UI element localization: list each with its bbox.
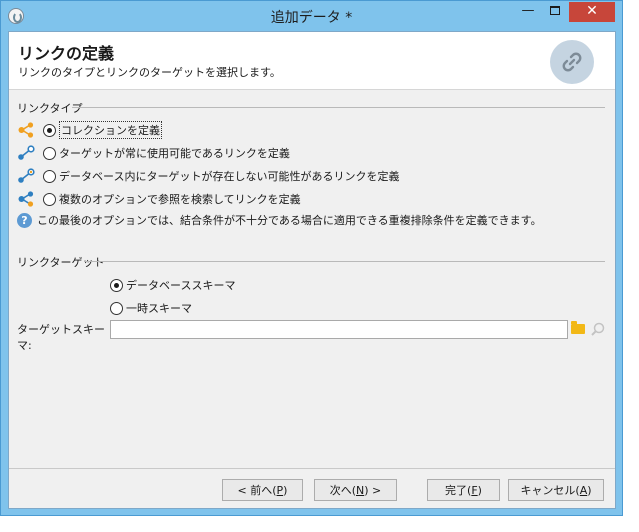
search-icon[interactable] <box>589 321 607 339</box>
multiple-options-label: 複数のオプションで参照を検索してリンクを定義 <box>59 193 301 206</box>
prev-button[interactable]: < 前へ(P) <box>222 479 303 501</box>
maximize-icon <box>550 6 560 15</box>
title-bar[interactable]: 追加データ * — ✕ <box>1 1 622 31</box>
link-type-option-always-available[interactable]: ターゲットが常に使用可能であるリンクを定義 <box>17 143 290 163</box>
may-not-exist-label: データベース内にターゲットが存在しない可能性があるリンクを定義 <box>59 170 400 183</box>
target-schema-row: ターゲットスキーマ: <box>17 321 109 353</box>
question-icon: ? <box>17 212 32 228</box>
database-schema-radio[interactable] <box>110 278 123 292</box>
link-target-divider <box>84 261 605 262</box>
finish-button[interactable]: 完了(F) <box>427 479 500 501</box>
share-blue-orange-icon <box>17 190 37 208</box>
info-text: この最後のオプションでは、結合条件が不十分である場合に適用できる重複排除条件を定… <box>37 214 542 227</box>
link-type-section-label: リンクタイプ <box>17 102 83 115</box>
page-title: リンクの定義 <box>18 44 115 63</box>
temporary-schema-radio[interactable] <box>110 301 123 315</box>
target-option-temporary-schema[interactable]: 一時スキーマ <box>104 298 192 318</box>
minimize-button[interactable]: — <box>515 2 541 22</box>
maximize-button[interactable] <box>542 2 568 22</box>
multiple-options-radio[interactable] <box>43 192 56 206</box>
link-blue-icon <box>17 144 37 162</box>
info-row: ? この最後のオプションでは、結合条件が不十分である場合に適用できる重複排除条件… <box>17 212 542 228</box>
link-icon <box>550 40 594 84</box>
target-option-database-schema[interactable]: データベーススキーマ <box>104 275 235 295</box>
always-available-radio[interactable] <box>43 146 56 160</box>
dialog-body: リンクの定義 リンクのタイプとリンクのターゲットを選択します。 リンクタイプ コ… <box>8 31 616 509</box>
database-schema-label: データベーススキーマ <box>126 279 236 292</box>
wizard-header: リンクの定義 リンクのタイプとリンクのターゲットを選択します。 <box>9 32 615 90</box>
folder-icon[interactable] <box>571 321 585 334</box>
cancel-button[interactable]: キャンセル(A) <box>508 479 604 501</box>
link-type-option-multiple-options[interactable]: 複数のオプションで参照を検索してリンクを定義 <box>17 189 301 209</box>
next-button[interactable]: 次へ(N) > <box>314 479 397 501</box>
close-button[interactable]: ✕ <box>569 2 615 22</box>
link-type-option-collection[interactable]: コレクションを定義 <box>17 120 162 140</box>
page-subtitle: リンクのタイプとリンクのターゲットを選択します。 <box>18 66 281 79</box>
footer-divider <box>9 468 615 469</box>
link-type-divider <box>72 107 605 108</box>
link-target-section-label: リンクターゲット <box>17 256 105 269</box>
link-type-option-may-not-exist[interactable]: データベース内にターゲットが存在しない可能性があるリンクを定義 <box>17 166 399 186</box>
dialog-window: 追加データ * — ✕ リンクの定義 リンクのタイプとリンクのターゲットを選択し… <box>0 0 623 516</box>
may-not-exist-radio[interactable] <box>43 169 56 183</box>
temporary-schema-label: 一時スキーマ <box>126 302 192 315</box>
target-schema-label: ターゲットスキーマ: <box>17 323 105 352</box>
always-available-label: ターゲットが常に使用可能であるリンクを定義 <box>59 147 290 160</box>
collection-radio[interactable] <box>43 123 56 137</box>
share-orange-icon <box>17 121 37 139</box>
target-schema-input[interactable] <box>110 320 568 339</box>
link-blue-orange-icon <box>17 167 37 185</box>
collection-label: コレクションを定義 <box>59 121 162 139</box>
